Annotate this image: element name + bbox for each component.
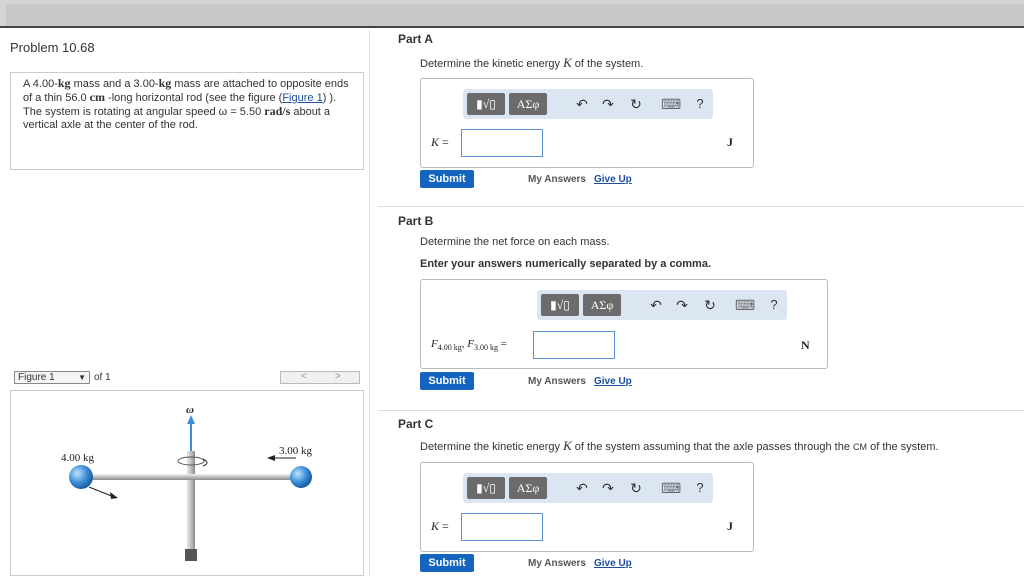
keyboard-icon[interactable]: ⌨ xyxy=(735,296,755,314)
reset-icon[interactable]: ↻ xyxy=(701,296,719,314)
part-c-submit-button[interactable]: Submit xyxy=(420,554,474,572)
redo-icon[interactable]: ↷ xyxy=(599,95,617,113)
equation-toolbar: ▮√▯ ΑΣφ ↶ ↷ ↻ ⌨ ? xyxy=(463,473,713,503)
divider xyxy=(378,206,1024,207)
figure-pager: < > xyxy=(280,371,360,384)
part-c-title: Part C xyxy=(398,417,434,431)
undo-icon[interactable]: ↶ xyxy=(647,296,665,314)
mass-3kg xyxy=(290,466,312,488)
part-b-unit: N xyxy=(801,338,810,352)
part-a-my-answers-link[interactable]: My Answers xyxy=(528,174,586,185)
redo-icon[interactable]: ↷ xyxy=(599,479,617,497)
symbols-button[interactable]: ΑΣφ xyxy=(509,93,547,115)
problem-statement: A 4.00-kg mass and a 3.00-kg mass are at… xyxy=(10,72,364,170)
part-b-answer-box: ▮√▯ ΑΣφ ↶ ↷ ↻ ⌨ ? F4.00 kg, F3.00 kg = N xyxy=(420,279,828,369)
help-button[interactable]: ? xyxy=(691,479,709,497)
problem-text: A 4.00- xyxy=(23,78,58,90)
part-c-answer-label: K = xyxy=(431,519,449,533)
axle-base xyxy=(185,549,197,561)
part-a-answer-box: ▮√▯ ΑΣφ ↶ ↷ ↻ ⌨ ? K = J xyxy=(420,78,754,168)
part-a-unit: J xyxy=(727,135,733,149)
problem-text: -long horizontal rod (see the figure ( xyxy=(105,92,283,104)
top-bar-strip xyxy=(6,4,1024,26)
velocity-arrow-left xyxy=(88,486,115,498)
part-a-title: Part A xyxy=(398,32,433,46)
help-button[interactable]: ? xyxy=(765,296,783,314)
figure-select[interactable]: Figure 1 ▼ xyxy=(14,371,90,384)
part-a-answer-label: K = xyxy=(431,135,449,149)
axle xyxy=(187,451,195,551)
chevron-down-icon: ▼ xyxy=(78,373,86,382)
undo-icon[interactable]: ↶ xyxy=(573,479,591,497)
figure-select-value: Figure 1 xyxy=(18,372,55,383)
problem-text: mass and a 3.00- xyxy=(70,78,159,90)
unit-cm: cm xyxy=(89,90,105,104)
unit-kg: kg xyxy=(57,76,71,90)
part-b-submit-button[interactable]: Submit xyxy=(420,372,474,390)
figure-count: of 1 xyxy=(94,372,111,383)
symbols-button[interactable]: ΑΣφ xyxy=(583,294,621,316)
problem-title: Problem 10.68 xyxy=(10,40,95,55)
help-button[interactable]: ? xyxy=(691,95,709,113)
figure-prev-button[interactable]: < xyxy=(301,371,307,382)
figure-next-button[interactable]: > xyxy=(335,371,341,382)
part-c-answer-box: ▮√▯ ΑΣφ ↶ ↷ ↻ ⌨ ? K = J xyxy=(420,462,754,552)
figure-image: ω⃗ 4.00 kg 3.00 kg xyxy=(10,390,364,576)
figure-nav-bar: Figure 1 ▼ of 1 < > xyxy=(10,370,364,386)
part-b-give-up-link[interactable]: Give Up xyxy=(594,376,632,387)
omega-value: ω = 5.50 xyxy=(218,106,265,118)
parts-panel: Part A Determine the kinetic energy K of… xyxy=(378,30,1024,576)
part-c-give-up-link[interactable]: Give Up xyxy=(594,558,632,569)
part-c-my-answers-link[interactable]: My Answers xyxy=(528,558,586,569)
velocity-arrowhead-right xyxy=(267,455,275,461)
rotating-rod-diagram: ω⃗ 4.00 kg 3.00 kg xyxy=(61,404,313,561)
undo-icon[interactable]: ↶ xyxy=(573,95,591,113)
keyboard-icon[interactable]: ⌨ xyxy=(661,95,681,113)
unit-rad-s: rad/s xyxy=(264,104,291,118)
part-b-answer-label: F4.00 kg, F3.00 kg = xyxy=(431,338,507,353)
reset-icon[interactable]: ↻ xyxy=(627,95,645,113)
mass-4kg xyxy=(69,465,93,489)
redo-icon[interactable]: ↷ xyxy=(673,296,691,314)
part-c-answer-input[interactable] xyxy=(461,513,543,541)
symbols-button[interactable]: ΑΣφ xyxy=(509,477,547,499)
problem-panel: Problem 10.68 A 4.00-kg mass and a 3.00-… xyxy=(0,30,370,576)
part-a-answer-input[interactable] xyxy=(461,129,543,157)
omega-label: ω⃗ xyxy=(186,404,203,416)
equation-toolbar: ▮√▯ ΑΣφ ↶ ↷ ↻ ⌨ ? xyxy=(537,290,787,320)
part-b-question: Determine the net force on each mass. xyxy=(420,236,610,248)
left-mass-label: 4.00 kg xyxy=(61,452,95,464)
templates-button[interactable]: ▮√▯ xyxy=(541,294,579,316)
equation-toolbar: ▮√▯ ΑΣφ ↶ ↷ ↻ ⌨ ? xyxy=(463,89,713,119)
reset-icon[interactable]: ↻ xyxy=(627,479,645,497)
part-a-submit-button[interactable]: Submit xyxy=(420,170,474,188)
right-mass-label: 3.00 kg xyxy=(279,445,313,457)
rod xyxy=(81,474,301,480)
part-a-give-up-link[interactable]: Give Up xyxy=(594,174,632,185)
templates-button[interactable]: ▮√▯ xyxy=(467,93,505,115)
figure-link[interactable]: Figure 1 xyxy=(282,92,322,104)
part-b-my-answers-link[interactable]: My Answers xyxy=(528,376,586,387)
divider xyxy=(378,410,1024,411)
part-b-title: Part B xyxy=(398,214,434,228)
unit-kg: kg xyxy=(158,76,172,90)
part-b-answer-input[interactable] xyxy=(533,331,615,359)
part-b-instruction: Enter your answers numerically separated… xyxy=(420,258,712,270)
templates-button[interactable]: ▮√▯ xyxy=(467,477,505,499)
omega-arrowhead xyxy=(187,415,195,424)
browser-top-bar xyxy=(0,0,1024,28)
part-a-question: Determine the kinetic energy K of the sy… xyxy=(420,55,644,70)
part-c-unit: J xyxy=(727,519,733,533)
keyboard-icon[interactable]: ⌨ xyxy=(661,479,681,497)
velocity-arrowhead-left xyxy=(110,492,118,499)
part-c-question: Determine the kinetic energy K of the sy… xyxy=(420,438,939,453)
